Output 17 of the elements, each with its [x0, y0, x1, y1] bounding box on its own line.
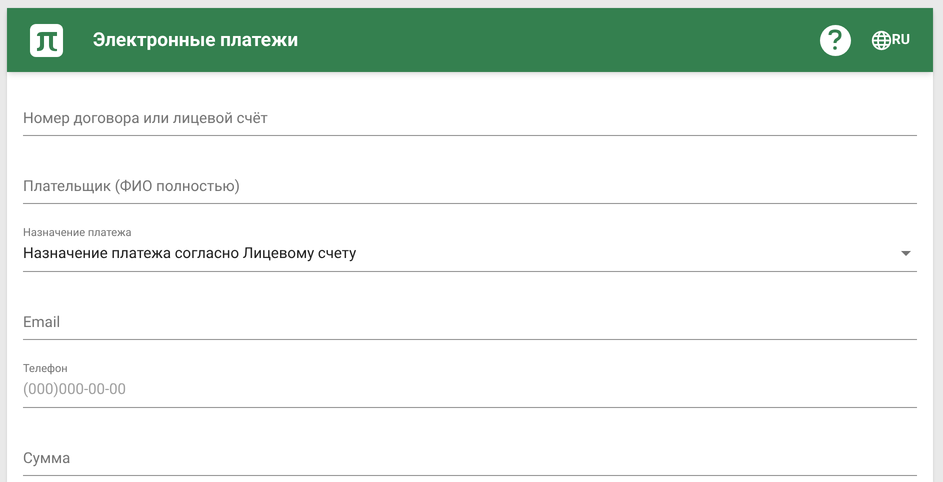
- input-field[interactable]: Плательщик (ФИО полностью): [23, 174, 917, 204]
- field-label: Назначение платежа: [23, 226, 133, 239]
- input-field[interactable]: Телефон (000)000-00-00: [23, 362, 917, 408]
- app-title: Электронные платежи: [93, 26, 298, 53]
- input-field[interactable]: Email: [23, 310, 917, 340]
- field-label: Телефон: [23, 362, 69, 375]
- logo-icon: [30, 24, 63, 56]
- help-button[interactable]: [820, 24, 851, 56]
- language-button[interactable]: RU: [870, 30, 910, 50]
- phone-input: (000)000-00-00: [23, 377, 917, 401]
- select-field[interactable]: Назначение платежа Назначение платежа согласно Лицевому счету: [23, 226, 917, 272]
- selected-value: Назначение платежа согласно Лицевому счету: [23, 243, 358, 264]
- help-icon: [827, 29, 844, 51]
- input-field[interactable]: Номер договора или лицевой счёт: [23, 106, 917, 136]
- globe-icon: [870, 30, 892, 50]
- dropdown-arrow-icon: [901, 250, 911, 256]
- input-field[interactable]: Сумма: [23, 446, 917, 476]
